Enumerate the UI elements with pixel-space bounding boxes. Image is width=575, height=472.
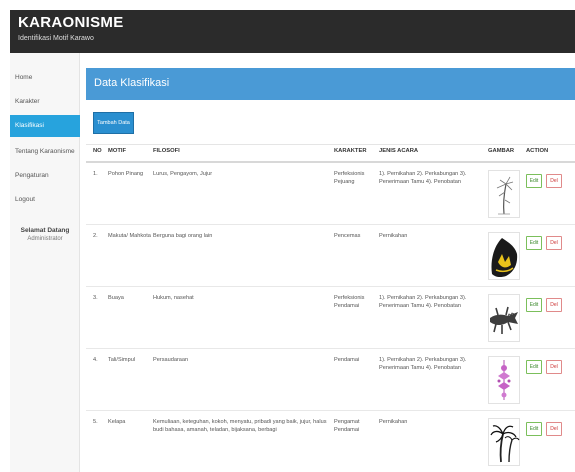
welcome-user: Administrator — [27, 236, 63, 242]
cell-no: 4. — [93, 357, 98, 363]
cell-filosofi: Persaudaraan — [153, 357, 189, 363]
cell-jenis-acara: Pernikahan — [379, 233, 408, 239]
welcome-text: Selamat Datang — [20, 227, 70, 234]
cell-no: 1. — [93, 171, 98, 177]
delete-button[interactable]: Del — [546, 298, 562, 312]
delete-button[interactable]: Del — [546, 174, 562, 188]
cell-jenis-acara: 1). Pernikahan 2). Perkabungan 3). Pener… — [379, 171, 467, 186]
table-row: 5. Kelapa Kemuliaan, keteguhan, kokoh, m… — [86, 411, 575, 472]
col-header-motif: MOTIF — [108, 148, 127, 154]
crown-icon — [488, 232, 520, 280]
cell-motif: Tali/Simpul — [108, 357, 136, 363]
table-row: 1. Pohon Pinang Lurus, Pengayom, Jujur P… — [86, 163, 575, 225]
coconut-tree-icon — [488, 418, 520, 466]
col-header-jenis-acara: JENIS ACARA — [379, 148, 419, 154]
cell-karakter: Perfeksionis Pejuang — [334, 171, 365, 186]
table-row: 4. Tali/Simpul Persaudaraan Pendamai 1).… — [86, 349, 575, 411]
cell-jenis-acara: 1). Pernikahan 2). Perkabungan 3). Pener… — [379, 357, 467, 372]
cell-filosofi: Berguna bagi orang lain — [153, 233, 213, 239]
sidebar-item-karakter[interactable]: Karakter — [10, 91, 80, 113]
delete-button[interactable]: Del — [546, 360, 562, 374]
sidebar: Home Karakter Klasifikasi Tentang Karaon… — [10, 53, 80, 472]
edit-button[interactable]: Edit — [526, 360, 542, 374]
crocodile-icon — [488, 294, 520, 342]
col-header-action: ACTION — [526, 148, 549, 154]
sidebar-item-pengaturan[interactable]: Pengaturan — [10, 165, 80, 187]
sidebar-item-home[interactable]: Home — [10, 67, 80, 89]
col-header-gambar: GAMBAR — [488, 148, 515, 154]
delete-button[interactable]: Del — [546, 236, 562, 250]
col-header-filosofi: FILOSOFI — [153, 148, 180, 154]
cell-filosofi: Kemuliaan, keteguhan, kokoh, menyatu, pr… — [153, 419, 327, 434]
cell-karakter: Perfeksionis Pendamai — [334, 295, 365, 310]
delete-button[interactable]: Del — [546, 422, 562, 436]
col-header-karakter: KARAKTER — [334, 148, 367, 154]
knot-icon — [488, 356, 520, 404]
edit-button[interactable]: Edit — [526, 236, 542, 250]
sidebar-item-tentang[interactable]: Tentang Karaonisme — [10, 141, 80, 163]
cell-no: 5. — [93, 419, 98, 425]
edit-button[interactable]: Edit — [526, 174, 542, 188]
table-row: 2. Makuta/ Mahkota Berguna bagi orang la… — [86, 225, 575, 287]
palm-sketch-icon — [488, 170, 520, 218]
cell-motif: Kelapa — [108, 419, 126, 425]
col-header-no: NO — [93, 148, 102, 154]
cell-filosofi: Hukum, nasehat — [153, 295, 194, 301]
cell-motif: Makuta/ Mahkota — [108, 233, 151, 239]
app-brand[interactable]: KARAONISME — [18, 14, 124, 31]
edit-button[interactable]: Edit — [526, 298, 542, 312]
table-top-divider — [86, 144, 575, 145]
cell-filosofi: Lurus, Pengayom, Jujur — [153, 171, 213, 177]
edit-button[interactable]: Edit — [526, 422, 542, 436]
panel-header: Data Klasifikasi — [86, 68, 575, 100]
cell-karakter: Pendamai — [334, 357, 360, 363]
cell-jenis-acara: Pernikahan — [379, 419, 408, 425]
table-row: 3. Buaya Hukum, nasehat Perfeksionis Pen… — [86, 287, 575, 349]
top-navbar: KARAONISME Identifikasi Motif Karawo — [10, 10, 575, 53]
sidebar-item-klasifikasi[interactable]: Klasifikasi — [10, 115, 80, 137]
cell-motif: Buaya — [108, 295, 124, 301]
cell-no: 3. — [93, 295, 98, 301]
app-subtitle: Identifikasi Motif Karawo — [18, 35, 94, 42]
cell-no: 2. — [93, 233, 98, 239]
cell-jenis-acara: 1). Pernikahan 2). Perkabungan 3). Pener… — [379, 295, 467, 310]
cell-karakter: Pencemas — [334, 233, 361, 239]
cell-motif: Pohon Pinang — [108, 171, 144, 177]
cell-karakter: Pengamat Pendamai — [334, 419, 360, 434]
sidebar-item-logout[interactable]: Logout — [10, 189, 80, 211]
add-data-button[interactable]: Tambah Data — [93, 112, 134, 134]
page-title: Data Klasifikasi — [94, 77, 170, 89]
